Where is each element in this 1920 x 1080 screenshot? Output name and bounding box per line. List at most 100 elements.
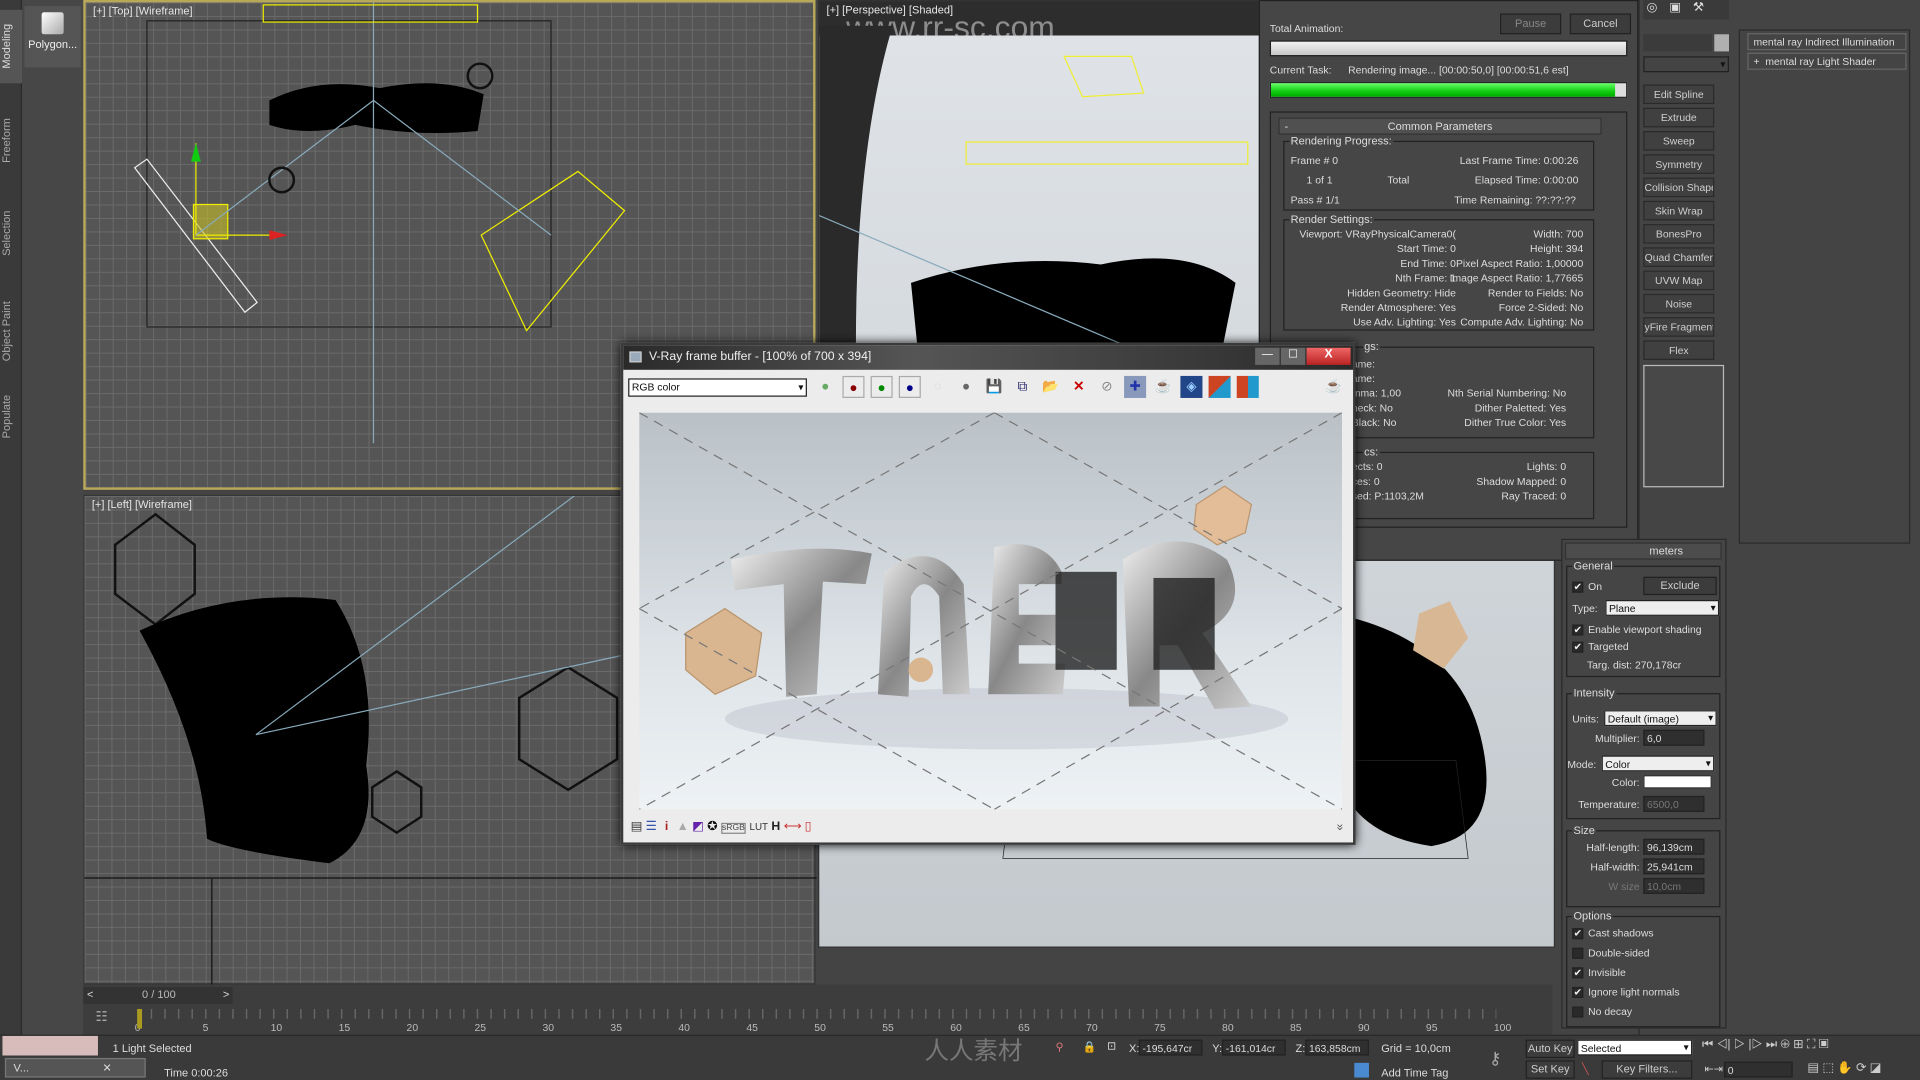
prev-key-icon[interactable]: ◁| bbox=[1716, 1038, 1730, 1051]
exposure-icon[interactable]: ✪ bbox=[707, 820, 717, 833]
modifier-stack[interactable] bbox=[1643, 364, 1725, 488]
ab-split-icon[interactable] bbox=[1236, 375, 1259, 398]
clear-image-icon[interactable]: ✕ bbox=[1068, 376, 1090, 398]
time-slider-thumb[interactable]: 0 / 100 bbox=[142, 988, 176, 1000]
play-icon[interactable]: ▷ bbox=[1734, 1038, 1745, 1051]
multiplier-spinner[interactable]: 6,0 bbox=[1643, 729, 1705, 746]
checkbox[interactable] bbox=[1572, 948, 1584, 960]
exclude-button[interactable]: Exclude bbox=[1643, 576, 1717, 596]
zoom-icon[interactable]: ⊕ bbox=[1780, 1038, 1789, 1051]
close-button[interactable]: X bbox=[1306, 347, 1351, 365]
auto-key-button[interactable]: Auto Key bbox=[1525, 1039, 1575, 1058]
render-icon[interactable]: ☕ bbox=[1322, 376, 1344, 398]
pan-icon[interactable]: ✋ bbox=[1837, 1062, 1852, 1075]
rollout-header[interactable]: - Common Parameters bbox=[1278, 117, 1602, 135]
minimize-button[interactable]: — bbox=[1255, 347, 1280, 365]
modifier-list-dropdown[interactable] bbox=[1643, 56, 1729, 73]
alpha-channel-icon[interactable]: ○ bbox=[927, 376, 949, 398]
next-frame-button[interactable]: > bbox=[223, 988, 229, 1000]
checkbox[interactable]: ✔ bbox=[1572, 928, 1584, 940]
y-coordinate-field[interactable]: -161,014cr bbox=[1222, 1039, 1286, 1056]
curve-editor-icon[interactable]: ☷ bbox=[96, 1009, 108, 1025]
show-settings-icon[interactable]: ▤ bbox=[631, 820, 643, 833]
curve-icon[interactable]: ◩ bbox=[692, 820, 704, 833]
tab-object-paint[interactable]: Object Paint bbox=[0, 288, 22, 374]
channel-dropdown[interactable]: RGB color bbox=[628, 378, 807, 397]
set-key-icon[interactable]: ╲ bbox=[1582, 1063, 1589, 1076]
close-icon[interactable]: ✕ bbox=[102, 1062, 111, 1074]
save-all-icon[interactable]: ⧉ bbox=[1011, 376, 1033, 398]
time-config-icon[interactable]: ▤ bbox=[1807, 1062, 1819, 1075]
histogram-icon[interactable]: ▲ bbox=[677, 820, 689, 833]
modifier-button[interactable]: Flex bbox=[1643, 340, 1715, 361]
time-tag-icon[interactable] bbox=[1354, 1062, 1369, 1078]
zoom-all-icon[interactable]: ⊞ bbox=[1793, 1038, 1803, 1051]
zoom-extents-icon[interactable]: ⛶ bbox=[1807, 1038, 1816, 1051]
maximize-button[interactable]: ☐ bbox=[1280, 347, 1306, 365]
targeted-checkbox[interactable]: ✔ Targeted bbox=[1572, 640, 1629, 653]
lut-icon[interactable]: LUT bbox=[750, 822, 769, 833]
load-image-icon[interactable]: 📂 bbox=[1040, 376, 1062, 398]
modifier-button[interactable]: Edit Spline bbox=[1643, 84, 1715, 105]
srgb-icon[interactable]: sRGB bbox=[720, 822, 747, 834]
option-checkbox[interactable]: ✔ Ignore light normals bbox=[1572, 986, 1680, 999]
modifier-button[interactable]: Symmetry bbox=[1643, 154, 1715, 174]
polygon-modeling-button[interactable]: Polygon... bbox=[24, 6, 81, 68]
go-to-start-icon[interactable]: ⏮ bbox=[1702, 1038, 1713, 1051]
color-swatch[interactable] bbox=[1643, 775, 1712, 789]
option-checkbox[interactable]: Double-sided bbox=[1572, 947, 1650, 960]
go-to-end-icon[interactable]: ⏭ bbox=[1766, 1038, 1777, 1051]
object-color-swatch[interactable] bbox=[1714, 34, 1729, 52]
rgb-channels-icon[interactable]: ● bbox=[814, 376, 836, 398]
blue-channel-icon[interactable]: ● bbox=[898, 375, 921, 398]
checkbox[interactable]: ✔ bbox=[1572, 987, 1584, 999]
time-slider[interactable]: < 0 / 100 > bbox=[83, 986, 233, 1005]
mono-icon[interactable]: ● bbox=[955, 376, 977, 398]
orbit-icon[interactable]: ⟳ bbox=[1856, 1062, 1866, 1075]
object-name-field[interactable] bbox=[1643, 34, 1712, 52]
checkbox[interactable]: ✔ bbox=[1572, 967, 1584, 979]
option-checkbox[interactable]: ✔ Invisible bbox=[1572, 966, 1626, 979]
mode-dropdown[interactable]: Color bbox=[1601, 755, 1715, 772]
on-checkbox[interactable]: ✔ On bbox=[1572, 580, 1602, 593]
key-selection-dropdown[interactable]: Selected bbox=[1577, 1039, 1693, 1056]
modifier-button[interactable]: Skin Wrap bbox=[1643, 200, 1715, 221]
parameters-rollout-header[interactable]: meters bbox=[1564, 542, 1722, 560]
ab-compare-icon[interactable] bbox=[1208, 375, 1231, 398]
save-image-icon[interactable]: 💾 bbox=[983, 376, 1005, 398]
cancel-button[interactable]: Cancel bbox=[1569, 13, 1632, 35]
utilities-tab-icon[interactable]: ⚒ bbox=[1690, 0, 1707, 17]
modifier-button[interactable]: Quad Chamfer bbox=[1643, 247, 1715, 267]
pause-button[interactable]: Pause bbox=[1500, 13, 1562, 35]
expand-icon[interactable]: » bbox=[1333, 824, 1346, 831]
red-channel-icon[interactable]: ● bbox=[842, 375, 865, 398]
w-size-spinner[interactable]: 10,0cm bbox=[1643, 877, 1705, 894]
isolate-icon[interactable]: ⚲ bbox=[1056, 1041, 1064, 1054]
units-dropdown[interactable]: Default (image) bbox=[1604, 710, 1717, 727]
half-length-spinner[interactable]: 96,139cm bbox=[1643, 838, 1705, 855]
x-coordinate-field[interactable]: -195,647cr bbox=[1138, 1039, 1203, 1056]
vfb-title-bar[interactable]: V-Ray frame buffer - [100% of 700 x 394]… bbox=[623, 345, 1354, 370]
key-filters-button[interactable]: Key Filters... bbox=[1601, 1060, 1693, 1079]
maxscript-listener[interactable] bbox=[2, 1035, 98, 1056]
absolute-mode-icon[interactable]: ⊡ bbox=[1107, 1040, 1116, 1053]
modifier-button[interactable]: Collision Shape bbox=[1643, 177, 1715, 198]
tab-modeling[interactable]: Modeling bbox=[0, 9, 23, 84]
add-time-tag[interactable]: Add Time Tag bbox=[1381, 1067, 1448, 1079]
modifier-button[interactable]: yFire Fragment bbox=[1643, 317, 1715, 337]
display-tab-icon[interactable]: ▣ bbox=[1667, 0, 1684, 17]
checkbox[interactable] bbox=[1572, 1006, 1584, 1018]
ocio-icon[interactable]: H bbox=[771, 820, 780, 833]
option-checkbox[interactable]: No decay bbox=[1572, 1005, 1632, 1018]
region-zoom-icon[interactable]: ⬚ bbox=[1822, 1062, 1834, 1075]
tab-selection[interactable]: Selection bbox=[0, 196, 22, 269]
next-key-icon[interactable]: |▷ bbox=[1748, 1038, 1762, 1051]
lock-selection-icon[interactable]: 🔒 bbox=[1082, 1041, 1096, 1054]
lens-effects-icon[interactable]: ⟷ bbox=[784, 820, 802, 833]
region-render-icon[interactable]: ✚ bbox=[1124, 375, 1147, 398]
rollout-toggle[interactable]: - bbox=[1284, 119, 1288, 134]
stereo-icon[interactable]: ▯ bbox=[805, 820, 812, 833]
option-checkbox[interactable]: ✔ Cast shadows bbox=[1572, 927, 1654, 940]
set-key-button[interactable]: Set Key bbox=[1525, 1060, 1575, 1079]
link-to-vfb-icon[interactable]: ◈ bbox=[1180, 375, 1203, 398]
